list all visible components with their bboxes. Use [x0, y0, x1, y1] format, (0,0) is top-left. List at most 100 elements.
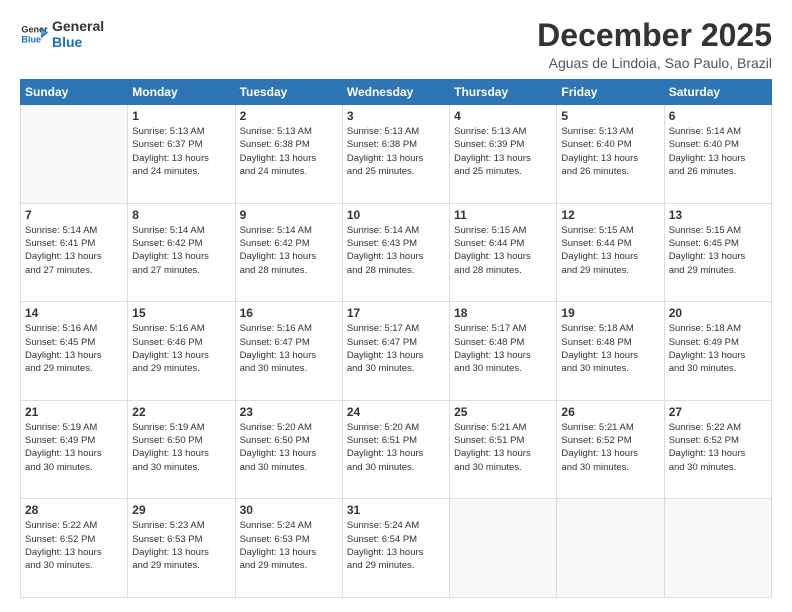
cell-content: Sunrise: 5:16 AM Sunset: 6:46 PM Dayligh… — [132, 322, 230, 375]
cell-content: Sunrise: 5:15 AM Sunset: 6:45 PM Dayligh… — [669, 224, 767, 277]
cell-content: Sunrise: 5:19 AM Sunset: 6:50 PM Dayligh… — [132, 421, 230, 474]
cell-content: Sunrise: 5:15 AM Sunset: 6:44 PM Dayligh… — [561, 224, 659, 277]
day-number: 22 — [132, 405, 230, 419]
calendar-header: SundayMondayTuesdayWednesdayThursdayFrid… — [21, 80, 772, 105]
calendar-cell: 2 Sunrise: 5:13 AM Sunset: 6:38 PM Daylig… — [235, 105, 342, 204]
calendar-cell: 30 Sunrise: 5:24 AM Sunset: 6:53 PM Dayli… — [235, 499, 342, 598]
day-number: 21 — [25, 405, 123, 419]
calendar-cell: 5 Sunrise: 5:13 AM Sunset: 6:40 PM Daylig… — [557, 105, 664, 204]
calendar-cell: 25Sunrise: 5:21 AM Sunset: 6:51 PM Dayli… — [450, 400, 557, 499]
cell-content: Sunrise: 5:14 AM Sunset: 6:41 PM Dayligh… — [25, 224, 123, 277]
calendar-cell: 29Sunrise: 5:23 AM Sunset: 6:53 PM Dayli… — [128, 499, 235, 598]
cell-content: Sunrise: 5:19 AM Sunset: 6:49 PM Dayligh… — [25, 421, 123, 474]
header-row: SundayMondayTuesdayWednesdayThursdayFrid… — [21, 80, 772, 105]
logo-line1: General — [52, 18, 104, 34]
cell-content: Sunrise: 5:20 AM Sunset: 6:50 PM Dayligh… — [240, 421, 338, 474]
calendar-cell: 14 Sunrise: 5:16 AM Sunset: 6:45 PM Dayli… — [21, 302, 128, 401]
day-number: 10 — [347, 208, 445, 222]
calendar-cell: 4 Sunrise: 5:13 AM Sunset: 6:39 PM Daylig… — [450, 105, 557, 204]
calendar-cell: 15 Sunrise: 5:16 AM Sunset: 6:46 PM Dayli… — [128, 302, 235, 401]
calendar-cell: 26 Sunrise: 5:21 AM Sunset: 6:52 PM Dayli… — [557, 400, 664, 499]
cell-content: Sunrise: 5:17 AM Sunset: 6:48 PM Dayligh… — [454, 322, 552, 375]
day-number: 26 — [561, 405, 659, 419]
cell-content: Sunrise: 5:16 AM Sunset: 6:45 PM Dayligh… — [25, 322, 123, 375]
day-number: 31 — [347, 503, 445, 517]
cell-content: Sunrise: 5:13 AM Sunset: 6:38 PM Dayligh… — [240, 125, 338, 178]
day-number: 15 — [132, 306, 230, 320]
day-number: 27 — [669, 405, 767, 419]
page: General Blue General Blue December 2025 … — [0, 0, 792, 612]
day-number: 3 — [347, 109, 445, 123]
header-day-sunday: Sunday — [21, 80, 128, 105]
logo-line2: Blue — [52, 34, 104, 50]
cell-content: Sunrise: 5:14 AM Sunset: 6:40 PM Dayligh… — [669, 125, 767, 178]
calendar-cell: 18 Sunrise: 5:17 AM Sunset: 6:48 PM Dayli… — [450, 302, 557, 401]
cell-content: Sunrise: 5:24 AM Sunset: 6:53 PM Dayligh… — [240, 519, 338, 572]
calendar-cell — [664, 499, 771, 598]
cell-content: Sunrise: 5:22 AM Sunset: 6:52 PM Dayligh… — [669, 421, 767, 474]
cell-content: Sunrise: 5:13 AM Sunset: 6:38 PM Dayligh… — [347, 125, 445, 178]
calendar-cell: 24 Sunrise: 5:20 AM Sunset: 6:51 PM Dayli… — [342, 400, 449, 499]
day-number: 9 — [240, 208, 338, 222]
calendar-subtitle: Aguas de Lindoia, Sao Paulo, Brazil — [537, 55, 772, 71]
svg-text:Blue: Blue — [21, 34, 41, 44]
cell-content: Sunrise: 5:21 AM Sunset: 6:51 PM Dayligh… — [454, 421, 552, 474]
day-number: 12 — [561, 208, 659, 222]
calendar-cell: 11 Sunrise: 5:15 AM Sunset: 6:44 PM Dayli… — [450, 203, 557, 302]
header-day-tuesday: Tuesday — [235, 80, 342, 105]
cell-content: Sunrise: 5:18 AM Sunset: 6:48 PM Dayligh… — [561, 322, 659, 375]
calendar-cell: 21 Sunrise: 5:19 AM Sunset: 6:49 PM Dayli… — [21, 400, 128, 499]
calendar-cell: 8Sunrise: 5:14 AM Sunset: 6:42 PM Daylig… — [128, 203, 235, 302]
day-number: 24 — [347, 405, 445, 419]
calendar-title: December 2025 — [537, 18, 772, 53]
day-number: 23 — [240, 405, 338, 419]
cell-content: Sunrise: 5:18 AM Sunset: 6:49 PM Dayligh… — [669, 322, 767, 375]
calendar-cell: 3 Sunrise: 5:13 AM Sunset: 6:38 PM Daylig… — [342, 105, 449, 204]
header-day-monday: Monday — [128, 80, 235, 105]
calendar-cell: 17 Sunrise: 5:17 AM Sunset: 6:47 PM Dayli… — [342, 302, 449, 401]
day-number: 6 — [669, 109, 767, 123]
calendar-body: 1 Sunrise: 5:13 AM Sunset: 6:37 PM Daylig… — [21, 105, 772, 598]
day-number: 19 — [561, 306, 659, 320]
calendar-cell — [557, 499, 664, 598]
day-number: 4 — [454, 109, 552, 123]
day-number: 16 — [240, 306, 338, 320]
day-number: 13 — [669, 208, 767, 222]
calendar-cell: 27 Sunrise: 5:22 AM Sunset: 6:52 PM Dayli… — [664, 400, 771, 499]
header-day-saturday: Saturday — [664, 80, 771, 105]
cell-content: Sunrise: 5:17 AM Sunset: 6:47 PM Dayligh… — [347, 322, 445, 375]
header-day-thursday: Thursday — [450, 80, 557, 105]
cell-content: Sunrise: 5:15 AM Sunset: 6:44 PM Dayligh… — [454, 224, 552, 277]
cell-content: Sunrise: 5:14 AM Sunset: 6:42 PM Dayligh… — [132, 224, 230, 277]
title-block: December 2025 Aguas de Lindoia, Sao Paul… — [537, 18, 772, 71]
cell-content: Sunrise: 5:22 AM Sunset: 6:52 PM Dayligh… — [25, 519, 123, 572]
cell-content: Sunrise: 5:13 AM Sunset: 6:40 PM Dayligh… — [561, 125, 659, 178]
day-number: 30 — [240, 503, 338, 517]
day-number: 18 — [454, 306, 552, 320]
day-number: 2 — [240, 109, 338, 123]
cell-content: Sunrise: 5:13 AM Sunset: 6:39 PM Dayligh… — [454, 125, 552, 178]
calendar-cell — [450, 499, 557, 598]
week-row-3: 14 Sunrise: 5:16 AM Sunset: 6:45 PM Dayli… — [21, 302, 772, 401]
calendar-cell: 20Sunrise: 5:18 AM Sunset: 6:49 PM Dayli… — [664, 302, 771, 401]
cell-content: Sunrise: 5:14 AM Sunset: 6:42 PM Dayligh… — [240, 224, 338, 277]
day-number: 1 — [132, 109, 230, 123]
day-number: 11 — [454, 208, 552, 222]
day-number: 14 — [25, 306, 123, 320]
cell-content: Sunrise: 5:20 AM Sunset: 6:51 PM Dayligh… — [347, 421, 445, 474]
header-day-wednesday: Wednesday — [342, 80, 449, 105]
cell-content: Sunrise: 5:13 AM Sunset: 6:37 PM Dayligh… — [132, 125, 230, 178]
calendar-cell: 31Sunrise: 5:24 AM Sunset: 6:54 PM Dayli… — [342, 499, 449, 598]
day-number: 7 — [25, 208, 123, 222]
calendar-cell: 6 Sunrise: 5:14 AM Sunset: 6:40 PM Daylig… — [664, 105, 771, 204]
calendar-cell: 1 Sunrise: 5:13 AM Sunset: 6:37 PM Daylig… — [128, 105, 235, 204]
day-number: 29 — [132, 503, 230, 517]
logo-icon: General Blue — [20, 20, 48, 48]
calendar-cell: 13 Sunrise: 5:15 AM Sunset: 6:45 PM Dayli… — [664, 203, 771, 302]
calendar-cell: 9 Sunrise: 5:14 AM Sunset: 6:42 PM Daylig… — [235, 203, 342, 302]
week-row-2: 7 Sunrise: 5:14 AM Sunset: 6:41 PM Daylig… — [21, 203, 772, 302]
day-number: 17 — [347, 306, 445, 320]
calendar-cell: 16Sunrise: 5:16 AM Sunset: 6:47 PM Dayli… — [235, 302, 342, 401]
cell-content: Sunrise: 5:21 AM Sunset: 6:52 PM Dayligh… — [561, 421, 659, 474]
day-number: 5 — [561, 109, 659, 123]
